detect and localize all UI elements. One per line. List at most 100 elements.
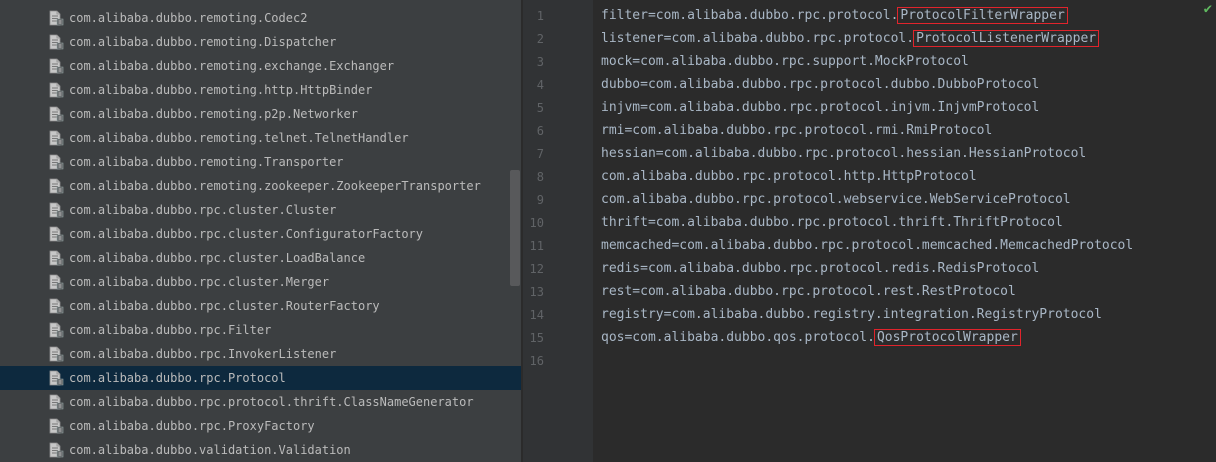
file-icon: [48, 34, 66, 50]
tree-item[interactable]: com.alibaba.dubbo.validation.Validation: [0, 438, 521, 462]
file-icon: [48, 58, 66, 74]
tree-item[interactable]: com.alibaba.dubbo.rpc.Filter: [0, 318, 521, 342]
line-number: 1: [536, 9, 544, 23]
tree-item-label: com.alibaba.dubbo.rpc.cluster.RouterFact…: [69, 299, 380, 313]
file-icon: [48, 82, 66, 98]
tree-item-label: com.alibaba.dubbo.rpc.cluster.LoadBalanc…: [69, 251, 366, 265]
tree-item-label: com.alibaba.dubbo.remoting.zookeeper.Zoo…: [69, 179, 481, 193]
file-icon: [48, 394, 66, 410]
tree-item[interactable]: com.alibaba.dubbo.rpc.ProxyFactory: [0, 414, 521, 438]
file-icon: [48, 442, 66, 458]
line-number: 14: [529, 308, 544, 322]
tree-item[interactable]: com.alibaba.dubbo.rpc.cluster.Merger: [0, 270, 521, 294]
tree-item[interactable]: com.alibaba.dubbo.rpc.cluster.Configurat…: [0, 222, 521, 246]
code-text: hessian=com.alibaba.dubbo.rpc.protocol.h…: [601, 146, 1087, 161]
tree-item[interactable]: com.alibaba.dubbo.remoting.Transporter: [0, 150, 521, 174]
code-line[interactable]: filter=com.alibaba.dubbo.rpc.protocol. Pr…: [601, 7, 1068, 31]
code-text: qos=com.alibaba.dubbo.qos.protocol.: [601, 330, 875, 345]
code-line[interactable]: dubbo=com.alibaba.dubbo.rpc.protocol.dub…: [601, 77, 1039, 100]
code-line[interactable]: injvm=com.alibaba.dubbo.rpc.protocol.inj…: [601, 100, 1039, 123]
code-text: mock=com.alibaba.dubbo.rpc.support.MockP…: [601, 54, 969, 69]
code-line[interactable]: qos=com.alibaba.dubbo.qos.protocol. QosPr…: [601, 329, 1021, 353]
file-icon: [48, 10, 66, 26]
code-line[interactable]: com.alibaba.dubbo.rpc.protocol.http.Http…: [601, 169, 977, 192]
tree-item-label: com.alibaba.dubbo.rpc.protocol.thrift.Cl…: [69, 395, 474, 409]
tree-item-label: com.alibaba.dubbo.rpc.cluster.Cluster: [69, 203, 337, 217]
file-icon: [48, 370, 66, 386]
code-text: com.alibaba.dubbo.rpc.protocol.webservic…: [601, 192, 1071, 207]
check-icon: ✔: [1203, 1, 1212, 17]
tree-item-label: com.alibaba.dubbo.remoting.Dispatcher: [69, 35, 337, 49]
line-number: 2: [536, 32, 544, 46]
line-number: 13: [529, 285, 544, 299]
tree-item[interactable]: com.alibaba.dubbo.rpc.cluster.LoadBalanc…: [0, 246, 521, 270]
file-icon: [48, 298, 66, 314]
file-icon: [48, 130, 66, 146]
file-icon: [48, 202, 66, 218]
code-editor[interactable]: ✔ filter=com.alibaba.dubbo.rpc.protocol.…: [593, 0, 1216, 462]
tree-item[interactable]: com.alibaba.dubbo.remoting.telnet.Telnet…: [0, 126, 521, 150]
line-number: 15: [529, 331, 544, 345]
file-icon: [48, 106, 66, 122]
tree-item-label: com.alibaba.dubbo.remoting.Transporter: [69, 155, 344, 169]
file-icon: [48, 226, 66, 242]
tree-item[interactable]: com.alibaba.dubbo.rpc.InvokerListener: [0, 342, 521, 366]
line-number: 5: [536, 101, 544, 115]
file-icon: [48, 322, 66, 338]
tree-item[interactable]: com.alibaba.dubbo.rpc.protocol.thrift.Cl…: [0, 390, 521, 414]
line-number: 6: [536, 124, 544, 138]
code-text: injvm=com.alibaba.dubbo.rpc.protocol.inj…: [601, 100, 1040, 115]
line-number: 16: [529, 354, 544, 368]
code-text: com.alibaba.dubbo.rpc.protocol.http.Http…: [601, 169, 977, 184]
file-icon: [48, 178, 66, 194]
line-number: 7: [536, 147, 544, 161]
tree-item[interactable]: com.alibaba.dubbo.remoting.p2p.Networker: [0, 102, 521, 126]
code-line[interactable]: rest=com.alibaba.dubbo.rpc.protocol.rest…: [601, 284, 1016, 307]
code-line[interactable]: redis=com.alibaba.dubbo.rpc.protocol.red…: [601, 261, 1039, 284]
file-icon: [48, 154, 66, 170]
tree-item[interactable]: com.alibaba.dubbo.rpc.Protocol: [0, 366, 521, 390]
tree-item-label: com.alibaba.dubbo.rpc.cluster.Merger: [69, 275, 330, 289]
tree-item-label: com.alibaba.dubbo.remoting.exchange.Exch…: [69, 59, 395, 73]
tree-item-label: com.alibaba.dubbo.remoting.http.HttpBind…: [69, 83, 373, 97]
file-icon: [48, 418, 66, 434]
code-text: rmi=com.alibaba.dubbo.rpc.protocol.rmi.R…: [601, 123, 993, 138]
code-line[interactable]: listener=com.alibaba.dubbo.rpc.protocol.…: [601, 30, 1100, 54]
code-line[interactable]: registry=com.alibaba.dubbo.registry.inte…: [601, 307, 1102, 330]
tree-item[interactable]: com.alibaba.dubbo.remoting.exchange.Exch…: [0, 54, 521, 78]
code-line[interactable]: hessian=com.alibaba.dubbo.rpc.protocol.h…: [601, 146, 1086, 169]
tree-scrollbar[interactable]: [510, 170, 520, 286]
tree-item[interactable]: com.alibaba.dubbo.remoting.http.HttpBind…: [0, 78, 521, 102]
line-number: 10: [529, 216, 544, 230]
line-number: 9: [536, 193, 544, 207]
code-line[interactable]: mock=com.alibaba.dubbo.rpc.support.MockP…: [601, 54, 969, 77]
file-icon: [48, 274, 66, 290]
code-text: thrift=com.alibaba.dubbo.rpc.protocol.th…: [601, 215, 1063, 230]
tree-item-label: com.alibaba.dubbo.remoting.Codec2: [69, 11, 308, 25]
tree-item-label: com.alibaba.dubbo.remoting.telnet.Telnet…: [69, 131, 409, 145]
file-tree: com.alibaba.dubbo.remoting.Codec2 com.ali…: [0, 0, 521, 462]
tree-item-label: com.alibaba.dubbo.rpc.cluster.Configurat…: [69, 227, 424, 241]
tree-item[interactable]: com.alibaba.dubbo.remoting.Codec2: [0, 6, 521, 30]
code-text: memcached=com.alibaba.dubbo.rpc.protocol…: [601, 238, 1134, 253]
file-icon: [48, 346, 66, 362]
tree-item[interactable]: com.alibaba.dubbo.rpc.cluster.Cluster: [0, 198, 521, 222]
code-text: filter=com.alibaba.dubbo.rpc.protocol.: [601, 8, 899, 23]
line-number: 12: [529, 262, 544, 276]
tree-item-label: com.alibaba.dubbo.rpc.InvokerListener: [69, 347, 337, 361]
highlighted-class-name: ProtocolListenerWrapper: [913, 30, 1100, 47]
code-text: listener=com.alibaba.dubbo.rpc.protocol.: [601, 31, 915, 46]
tree-item[interactable]: com.alibaba.dubbo.rpc.cluster.RouterFact…: [0, 294, 521, 318]
tree-item[interactable]: com.alibaba.dubbo.remoting.zookeeper.Zoo…: [0, 174, 521, 198]
code-text: registry=com.alibaba.dubbo.registry.inte…: [601, 307, 1102, 322]
code-line[interactable]: memcached=com.alibaba.dubbo.rpc.protocol…: [601, 238, 1133, 261]
tree-item-label: com.alibaba.dubbo.validation.Validation: [69, 443, 351, 457]
line-number: 3: [536, 55, 544, 69]
tree-item[interactable]: com.alibaba.dubbo.remoting.Dispatcher: [0, 30, 521, 54]
code-line[interactable]: com.alibaba.dubbo.rpc.protocol.webservic…: [601, 192, 1071, 215]
code-line[interactable]: thrift=com.alibaba.dubbo.rpc.protocol.th…: [601, 215, 1063, 238]
code-text: redis=com.alibaba.dubbo.rpc.protocol.red…: [601, 261, 1040, 276]
code-text: rest=com.alibaba.dubbo.rpc.protocol.rest…: [601, 284, 1016, 299]
code-line[interactable]: rmi=com.alibaba.dubbo.rpc.protocol.rmi.R…: [601, 123, 992, 146]
tree-item-label: com.alibaba.dubbo.rpc.Filter: [69, 323, 272, 337]
